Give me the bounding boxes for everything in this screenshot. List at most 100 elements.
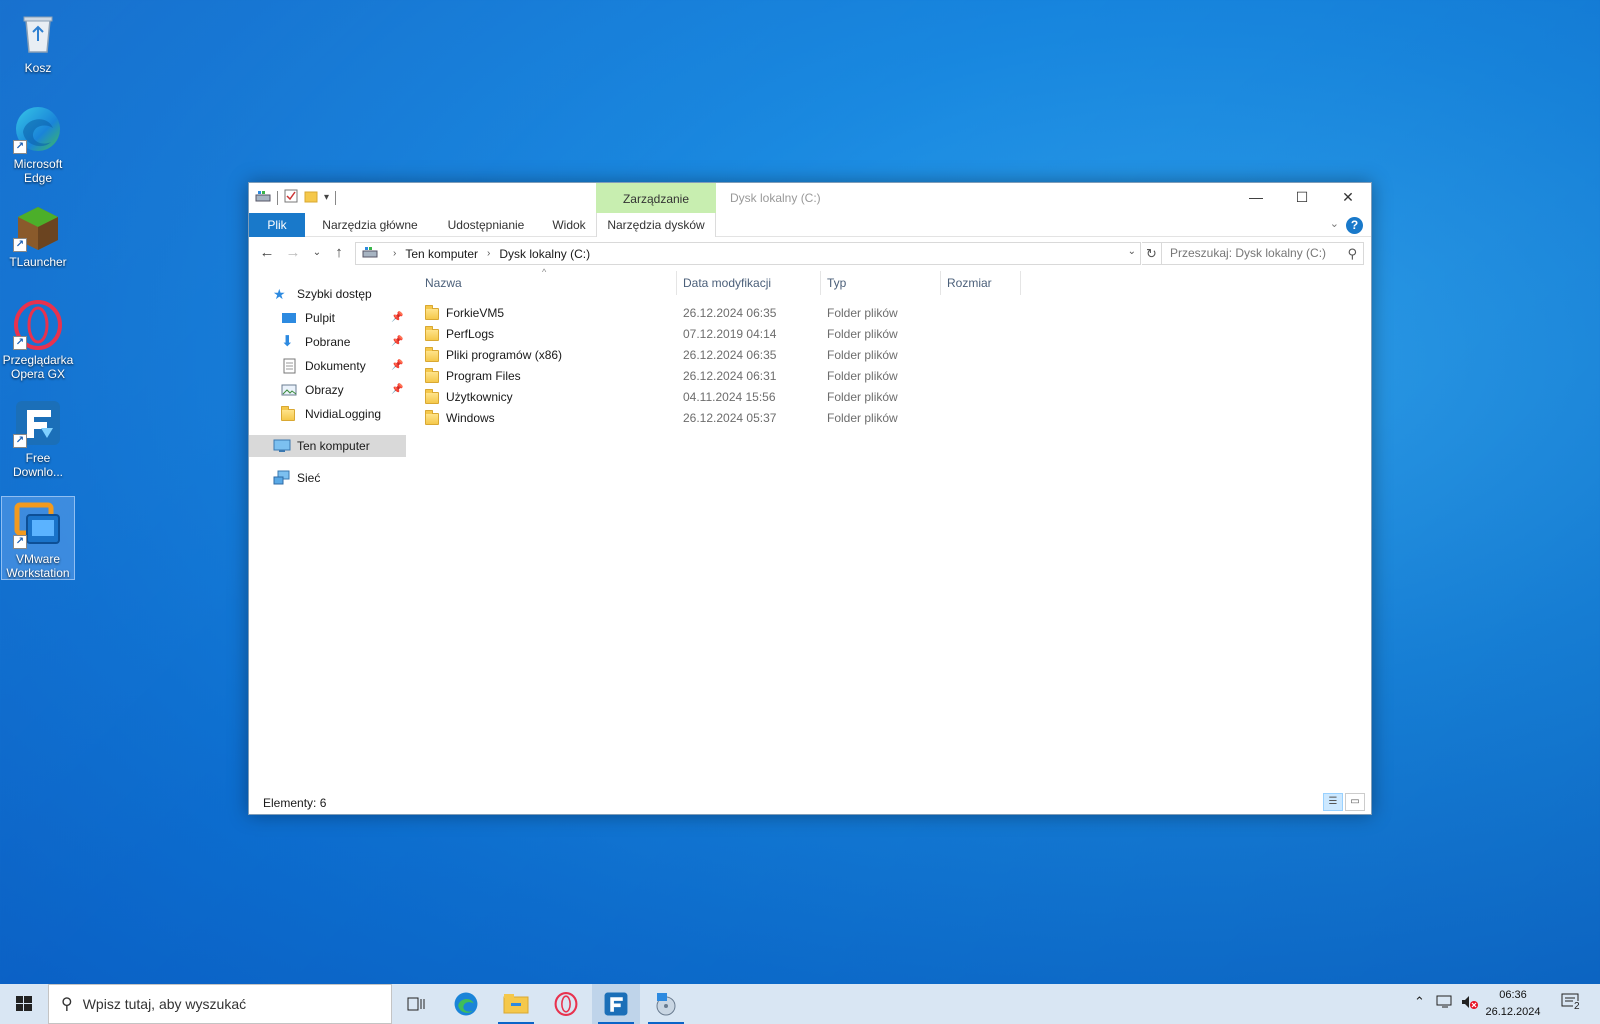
tab-drive-tools[interactable]: Narzędzia dysków: [596, 213, 716, 237]
file-row[interactable]: Program Files 26.12.2024 06:31 Folder pl…: [419, 366, 1019, 387]
pin-icon[interactable]: 📌: [391, 331, 403, 353]
back-button[interactable]: ←: [257, 243, 277, 263]
taskbar-free-download-manager[interactable]: [592, 984, 640, 1024]
file-name: Program Files: [446, 369, 521, 383]
tab-file[interactable]: Plik: [249, 213, 305, 237]
breadcrumb-separator-icon[interactable]: ›: [393, 248, 396, 259]
breadcrumb-local-disk[interactable]: Dysk lokalny (C:): [499, 247, 590, 261]
taskbar-search-box[interactable]: ⚲ Wpisz tutaj, aby wyszukać: [48, 984, 392, 1024]
recent-locations-button[interactable]: ⌄: [307, 243, 327, 263]
nav-desktop[interactable]: Pulpit 📌: [281, 307, 407, 329]
file-row[interactable]: Windows 26.12.2024 05:37 Folder plików: [419, 408, 1019, 429]
nav-label: Sieć: [297, 471, 321, 485]
column-header-type[interactable]: Typ: [821, 271, 941, 295]
column-header-name[interactable]: Nazwa: [419, 271, 677, 295]
edge-icon: [454, 992, 478, 1016]
refresh-button[interactable]: ↻: [1142, 242, 1162, 265]
large-icons-view-button[interactable]: ▭: [1345, 793, 1365, 811]
file-date: 26.12.2024 06:35: [683, 306, 777, 320]
taskbar-file-explorer[interactable]: [492, 984, 540, 1024]
help-button[interactable]: ?: [1346, 217, 1363, 234]
tab-share[interactable]: Udostępnianie: [431, 213, 541, 237]
properties-icon[interactable]: [284, 189, 298, 206]
computer-icon: [273, 438, 291, 454]
address-dropdown-icon[interactable]: ⌄: [1128, 246, 1136, 257]
tab-view[interactable]: Widok: [541, 213, 597, 237]
desktop-icon-edge[interactable]: ↗ Microsoft Edge: [1, 104, 75, 185]
recycle-bin-icon: [13, 8, 63, 58]
file-row[interactable]: PerfLogs 07.12.2019 04:14 Folder plików: [419, 324, 1019, 345]
folder-icon: [281, 406, 299, 422]
quick-access-toolbar: ▾: [255, 189, 337, 206]
file-date: 07.12.2019 04:14: [683, 327, 777, 341]
new-folder-icon[interactable]: [304, 189, 318, 206]
taskbar-opera-gx[interactable]: [542, 984, 590, 1024]
network-tray-icon[interactable]: [1436, 994, 1454, 1013]
nav-documents[interactable]: Dokumenty 📌: [281, 355, 407, 377]
address-bar[interactable]: › Ten komputer › Dysk lokalny (C:) ⌄: [355, 242, 1141, 265]
search-icon: ⚲: [61, 996, 73, 1013]
desktop-icon-label: Microsoft Edge: [13, 157, 63, 185]
nav-this-pc[interactable]: Ten komputer: [249, 435, 406, 457]
up-button[interactable]: ↑: [329, 243, 349, 263]
desktop-icon-tlauncher[interactable]: ↗ TLauncher: [1, 202, 75, 269]
shortcut-arrow-icon: ↗: [13, 140, 27, 154]
desktop-icon-label: Kosz: [24, 61, 52, 75]
task-view-button[interactable]: [392, 984, 440, 1024]
taskbar-search-placeholder: Wpisz tutaj, aby wyszukać: [82, 996, 247, 1012]
file-name: PerfLogs: [446, 327, 495, 341]
file-name: Pliki programów (x86): [446, 348, 563, 362]
status-item-count: Elementy: 6: [263, 796, 327, 810]
document-icon: [281, 358, 299, 374]
volume-muted-icon[interactable]: [1460, 994, 1478, 1013]
taskbar-setup-app[interactable]: [642, 984, 690, 1024]
nav-nvidia-logging[interactable]: NvidiaLogging: [281, 403, 381, 425]
column-header-date[interactable]: Data modyfikacji: [677, 271, 821, 295]
ribbon-tabs: Plik Narzędzia główne Udostępnianie Wido…: [249, 213, 1371, 237]
task-view-icon: [407, 997, 425, 1011]
shortcut-arrow-icon: ↗: [13, 238, 27, 252]
column-header-size[interactable]: Rozmiar: [941, 271, 1021, 295]
folder-icon: [425, 388, 439, 404]
desktop-icon-label: Przeglądarka Opera GX: [2, 353, 74, 381]
breadcrumb-separator-icon[interactable]: ›: [487, 248, 490, 259]
desktop-icon-opera-gx[interactable]: ↗ Przeglądarka Opera GX: [1, 300, 75, 381]
start-button[interactable]: [0, 984, 48, 1024]
file-row[interactable]: ForkieVM5 26.12.2024 06:35 Folder plików: [419, 303, 1019, 324]
close-button[interactable]: ✕: [1325, 183, 1371, 213]
maximize-button[interactable]: ☐: [1279, 183, 1325, 213]
taskbar-edge[interactable]: [442, 984, 490, 1024]
tab-home[interactable]: Narzędzia główne: [309, 213, 431, 237]
breadcrumb-this-pc[interactable]: Ten komputer: [405, 247, 478, 261]
pin-icon[interactable]: 📌: [391, 379, 403, 401]
minimize-button[interactable]: —: [1233, 183, 1279, 213]
notification-center-button[interactable]: 2: [1560, 992, 1584, 1017]
notification-count-badge: 2: [1573, 1001, 1581, 1012]
desktop-icon-recycle-bin[interactable]: Kosz: [1, 8, 75, 75]
nav-network[interactable]: Sieć: [273, 467, 320, 489]
pin-icon[interactable]: 📌: [391, 355, 403, 377]
pin-icon[interactable]: 📌: [391, 307, 403, 329]
desktop-icon-free-download-manager[interactable]: ↗ Free Downlo...: [1, 398, 75, 479]
file-name: ForkieVM5: [446, 306, 505, 320]
details-view-button[interactable]: ☰: [1323, 793, 1343, 811]
window-title: Dysk lokalny (C:): [730, 191, 821, 205]
forward-button[interactable]: →: [283, 243, 303, 263]
nav-quick-access[interactable]: ★ Szybki dostęp: [273, 283, 372, 305]
search-placeholder: Przeszukaj: Dysk lokalny (C:): [1170, 246, 1327, 260]
file-row[interactable]: Pliki programów (x86) 26.12.2024 06:35 F…: [419, 345, 1019, 366]
nav-pictures[interactable]: Obrazy 📌: [281, 379, 407, 401]
file-row[interactable]: Użytkownicy 04.11.2024 15:56 Folder plik…: [419, 387, 1019, 408]
expand-ribbon-icon[interactable]: ⌄: [1330, 217, 1339, 230]
show-hidden-icons-button[interactable]: ⌃: [1414, 994, 1425, 1010]
system-clock[interactable]: 06:36 26.12.2024: [1478, 987, 1548, 1021]
nav-label: Ten komputer: [297, 439, 370, 453]
search-box[interactable]: Przeszukaj: Dysk lokalny (C:) ⚲: [1161, 242, 1364, 265]
network-icon: [273, 470, 291, 486]
nav-label: Dokumenty: [305, 359, 366, 373]
qat-dropdown-icon[interactable]: ▾: [324, 192, 329, 203]
search-icon: ⚲: [1347, 246, 1357, 261]
desktop-icon-vmware[interactable]: ↗ VMware Workstation: [1, 496, 75, 580]
folder-icon: [425, 325, 439, 341]
nav-downloads[interactable]: ⬇ Pobrane 📌: [281, 331, 407, 353]
